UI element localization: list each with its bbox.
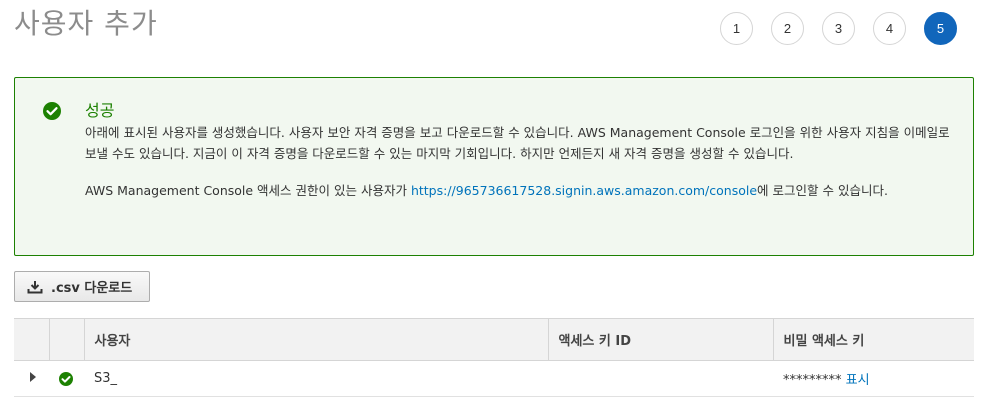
console-signin-link[interactable]: https://965736617528.signin.aws.amazon.c… [411, 183, 757, 198]
access-key-id-column-header[interactable]: 액세스 키 ID [548, 318, 774, 361]
success-alert: 성공 아래에 표시된 사용자를 생성했습니다. 사용자 보안 자격 증명을 보고… [14, 77, 974, 256]
expand-column-header [14, 318, 50, 361]
status-cell [49, 360, 84, 397]
user-name-cell: S3_ [84, 360, 548, 397]
wizard-steps: 1 2 3 4 5 [720, 12, 957, 45]
step-3[interactable]: 3 [822, 12, 855, 45]
status-column-header [49, 318, 85, 361]
step-5-current[interactable]: 5 [924, 12, 957, 45]
expand-caret-icon[interactable] [30, 372, 36, 382]
step-4[interactable]: 4 [873, 12, 906, 45]
alert-console-prefix: AWS Management Console 액세스 권한이 있는 사용자가 [85, 183, 411, 198]
table-row: S3_ ********* 표시 [14, 360, 974, 397]
step-2[interactable]: 2 [771, 12, 804, 45]
alert-console-suffix: 에 로그인할 수 있습니다. [757, 183, 888, 198]
check-circle-icon [43, 102, 61, 120]
secret-key-column-header[interactable]: 비밀 액세스 키 [773, 318, 974, 361]
download-csv-label: .csv 다운로드 [51, 281, 133, 296]
secret-key-cell: ********* 표시 [773, 360, 974, 397]
page-title: 사용자 추가 [14, 7, 158, 40]
alert-message: 아래에 표시된 사용자를 생성했습니다. 사용자 보안 자격 증명을 보고 다운… [85, 125, 950, 161]
check-circle-icon [59, 371, 73, 386]
show-secret-link[interactable]: 표시 [846, 373, 870, 388]
alert-console-message: AWS Management Console 액세스 권한이 있는 사용자가 h… [85, 180, 955, 201]
download-icon [27, 280, 43, 293]
secret-masked-value: ********* [783, 373, 842, 388]
step-1[interactable]: 1 [720, 12, 753, 45]
access-key-id-cell [548, 360, 773, 397]
alert-body: 아래에 표시된 사용자를 생성했습니다. 사용자 보안 자격 증명을 보고 다운… [85, 122, 955, 201]
user-column-header[interactable]: 사용자 [84, 318, 549, 361]
download-csv-button[interactable]: .csv 다운로드 [14, 271, 150, 302]
users-table: 사용자 액세스 키 ID 비밀 액세스 키 S3_ ********* 표시 [14, 318, 974, 397]
expand-cell [14, 360, 49, 397]
table-header-row: 사용자 액세스 키 ID 비밀 액세스 키 [14, 318, 974, 361]
alert-title: 성공 [85, 101, 115, 120]
